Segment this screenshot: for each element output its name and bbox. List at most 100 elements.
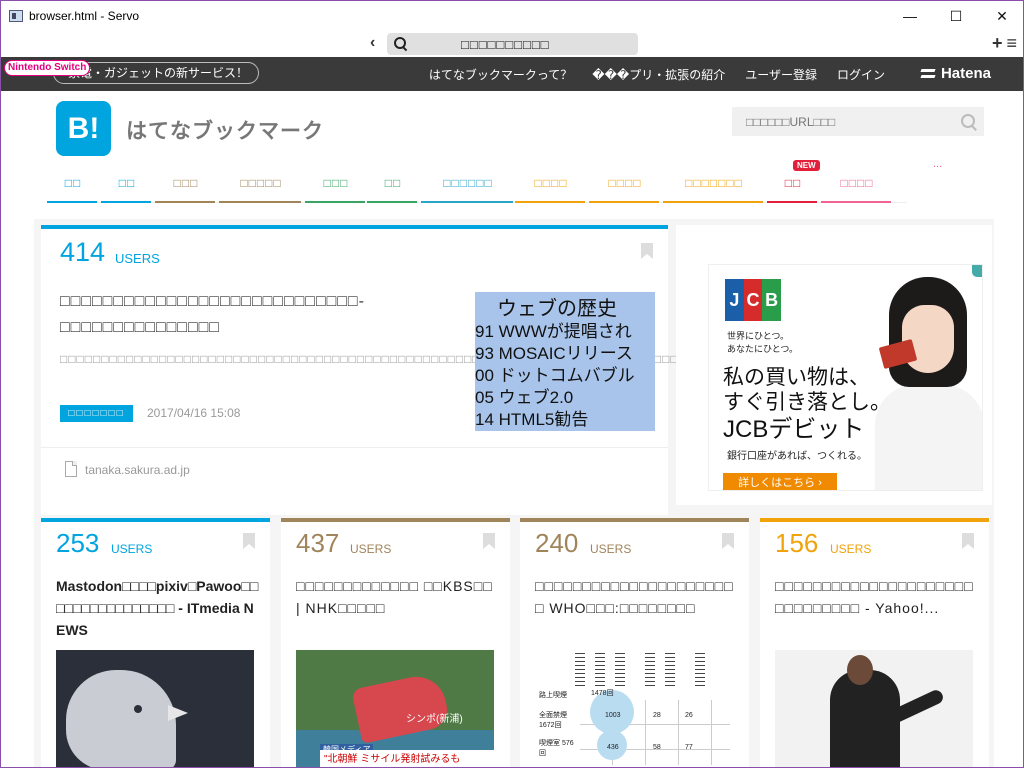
users-label: USERS	[590, 542, 632, 556]
bookmark-count[interactable]: 240	[535, 528, 578, 559]
adchoices-icon[interactable]	[972, 265, 982, 277]
toolbar-actions: + ≡	[992, 33, 1017, 54]
bookmark-add-icon[interactable]	[243, 533, 255, 549]
category-tab[interactable]: □□	[101, 169, 153, 203]
category-tab[interactable]: □□□□□	[219, 169, 303, 203]
url-text[interactable]: □□□□□□□□□□	[461, 37, 550, 52]
bookmark-add-icon[interactable]	[722, 533, 734, 549]
category-tab[interactable]: □□	[47, 169, 99, 203]
entry-title[interactable]: □□□□□□□□□□□□□ □□KBS□□ | NHK□□□□□	[296, 575, 501, 619]
thumbnail-heading: ウェブの歴史	[497, 298, 617, 320]
category-tab[interactable]: □□□□	[821, 169, 893, 203]
entry-card: 253 USERS Mastodon□□□□pixiv□Pawoo□□□□□□□…	[41, 518, 270, 767]
file-icon	[65, 461, 77, 477]
map-label: シンポ(新浦)	[406, 714, 463, 725]
hatena-header: 家電・ガジェットの新サービス！ Nintendo Switch はてなブックマー…	[1, 57, 1023, 91]
entry-title[interactable]: □□□□□□□□□□□□□□□□□□□□□□□□□□□□□□ - Yahoo!.…	[775, 575, 980, 619]
nintendo-switch-tag[interactable]: Nintendo Switch	[4, 60, 91, 76]
menu-button[interactable]: ≡	[1006, 33, 1017, 54]
entry-card: 156 USERS □□□□□□□□□□□□□□□□□□□□□□□□□□□□□□…	[760, 518, 989, 767]
category-tab[interactable]: □□□□□□	[421, 169, 515, 203]
entry-card: 437 USERS □□□□□□□□□□□□□ □□KBS□□ | NHK□□□…	[281, 518, 510, 767]
entry-thumbnail[interactable]: ウェブの歴史 91 WWWが提唱され 93 MOSAICリリース 00 ドットコ…	[475, 292, 655, 431]
ad-cta-button[interactable]: 詳しくはこちら ›	[723, 473, 837, 490]
entry-domain[interactable]: tanaka.sakura.ad.jp	[85, 463, 190, 477]
minimize-button[interactable]: —	[887, 1, 933, 31]
search-icon	[393, 36, 409, 52]
infographic-image[interactable]: 路上喫煙 全面禁煙 1672回 喫煙室 576回 1478回 1003 436 …	[535, 650, 733, 767]
ad-tagline: あなたにひとつ。	[727, 344, 799, 354]
bookmark-count[interactable]: 156	[775, 528, 818, 559]
thumbnail-line: 93 MOSAICリリース	[475, 344, 633, 363]
url-bar[interactable]: □□□□□□□□□□	[387, 33, 638, 55]
entry-date: 2017/04/16 15:08	[147, 406, 241, 420]
ad-product: JCBデビット	[723, 416, 865, 443]
category-tab[interactable]: □□□□	[515, 169, 587, 203]
mastodon-elephant-image[interactable]	[56, 650, 254, 767]
entry-title[interactable]: □□□□□□□□□□□□□□□□□□□□□□ WHO□□□:□□□□□□□□	[535, 575, 740, 619]
hatena-logo[interactable]: Hatena	[921, 65, 991, 82]
users-label: USERS	[350, 542, 392, 556]
athlete-image[interactable]	[775, 650, 973, 767]
bookmark-add-icon[interactable]	[483, 533, 495, 549]
users-label: USERS	[115, 251, 160, 266]
category-tag[interactable]: □□□□□□□	[60, 405, 133, 422]
thumbnail-line: 14 HTML5勧告	[475, 410, 589, 429]
thumbnail-line: 00 ドットコムバブル	[475, 366, 635, 385]
browser-toolbar: ‹ □□□□□□□□□□ + ≡	[1, 31, 1023, 57]
new-badge: NEW	[793, 160, 820, 171]
entry-description: □□□□□□□□□□□□□□□□□□□□□□□□□□□□□□□□□□□□□□□□…	[60, 352, 766, 366]
ad-subtext: 銀行口座があれば、つくれる。	[727, 451, 867, 462]
bookmark-logo[interactable]: B!	[56, 101, 111, 156]
category-tab[interactable]: □□□□□□□	[663, 169, 765, 203]
ad-tagline: 世界にひとつ。	[727, 331, 790, 341]
apps-link[interactable]: ���プリ・拡張の紹介	[592, 66, 725, 83]
window-title: browser.html - Servo	[29, 9, 140, 23]
category-tab[interactable]: □□	[367, 169, 419, 203]
korea-map-image[interactable]: シンポ(新浦) 韓国メディア "北朝鮮 ミサイル発射試みるも	[296, 650, 494, 767]
ad-model-image	[859, 275, 982, 490]
hatena-mark-icon	[921, 67, 937, 81]
bookmark-count[interactable]: 253	[56, 528, 99, 559]
site-search	[732, 107, 984, 136]
entry-title[interactable]: Mastodon□□□□pixiv□Pawoo□□□□□□□□□□□□□□□□ …	[56, 575, 261, 641]
map-caption: "北朝鮮 ミサイル発射試みるも	[320, 750, 494, 767]
close-button[interactable]: ✕	[979, 1, 1023, 31]
app-icon	[9, 10, 23, 22]
browser-window: browser.html - Servo — ☐ ✕ ‹ □□□□□□□□□□ …	[0, 0, 1024, 768]
entry-card: 240 USERS □□□□□□□□□□□□□□□□□□□□□□ WHO□□□:…	[520, 518, 749, 767]
users-label: USERS	[111, 542, 153, 556]
featured-entry: 414 USERS □□□□□□□□□□□□□□□□□□□□□□□□□□□□- …	[41, 225, 766, 515]
jcb-ad-banner[interactable]: J C B 世界にひとつ。 あなたにひとつ。 私の買い物は、 すぐ引き落とし。 …	[708, 264, 983, 491]
window-titlebar: browser.html - Servo — ☐ ✕	[1, 1, 1023, 31]
back-button[interactable]: ‹	[370, 34, 375, 52]
jcb-logo: J C B	[725, 279, 782, 321]
bookmark-add-icon[interactable]	[962, 533, 974, 549]
thumbnail-line: 05 ウェブ2.0	[475, 388, 574, 407]
category-tab[interactable]: □□□	[155, 169, 217, 203]
maximize-button[interactable]: ☐	[933, 1, 979, 31]
search-input[interactable]	[746, 114, 946, 129]
about-link[interactable]: はてなブックマークって？	[429, 66, 572, 83]
login-link[interactable]: ログイン	[837, 66, 885, 83]
category-tab[interactable]: □□□□	[589, 169, 661, 203]
bookmark-add-icon[interactable]	[641, 243, 653, 259]
category-nav: □□ □□ □□□ □□□□□ □□□ □□ □□□□□□ □□□□ □□□□ …	[47, 169, 907, 203]
more-categories-button[interactable]: ...	[933, 158, 942, 170]
site-name[interactable]: はてなブックマーク	[126, 115, 324, 145]
search-icon[interactable]	[960, 113, 978, 131]
signup-link[interactable]: ユーザー登録	[745, 66, 817, 83]
window-controls: — ☐ ✕	[887, 1, 1023, 31]
new-tab-button[interactable]: +	[992, 33, 1003, 54]
bookmark-count[interactable]: 414	[60, 237, 105, 268]
ad-container: J C B 世界にひとつ。 あなたにひとつ。 私の買い物は、 すぐ引き落とし。 …	[676, 225, 992, 505]
hatena-brand: Hatena	[940, 65, 991, 82]
users-label: USERS	[830, 542, 872, 556]
bookmark-count[interactable]: 437	[296, 528, 339, 559]
divider	[41, 447, 668, 448]
category-tab[interactable]: □□	[767, 169, 819, 203]
category-tab[interactable]: □□□	[305, 169, 367, 203]
thumbnail-line: 91 WWWが提唱され	[475, 322, 632, 341]
entry-title[interactable]: □□□□□□□□□□□□□□□□□□□□□□□□□□□□- □□□□□□□□□□…	[60, 289, 465, 341]
header-links: はてなブックマークって？ ���プリ・拡張の紹介 ユーザー登録 ログイン	[429, 57, 885, 91]
